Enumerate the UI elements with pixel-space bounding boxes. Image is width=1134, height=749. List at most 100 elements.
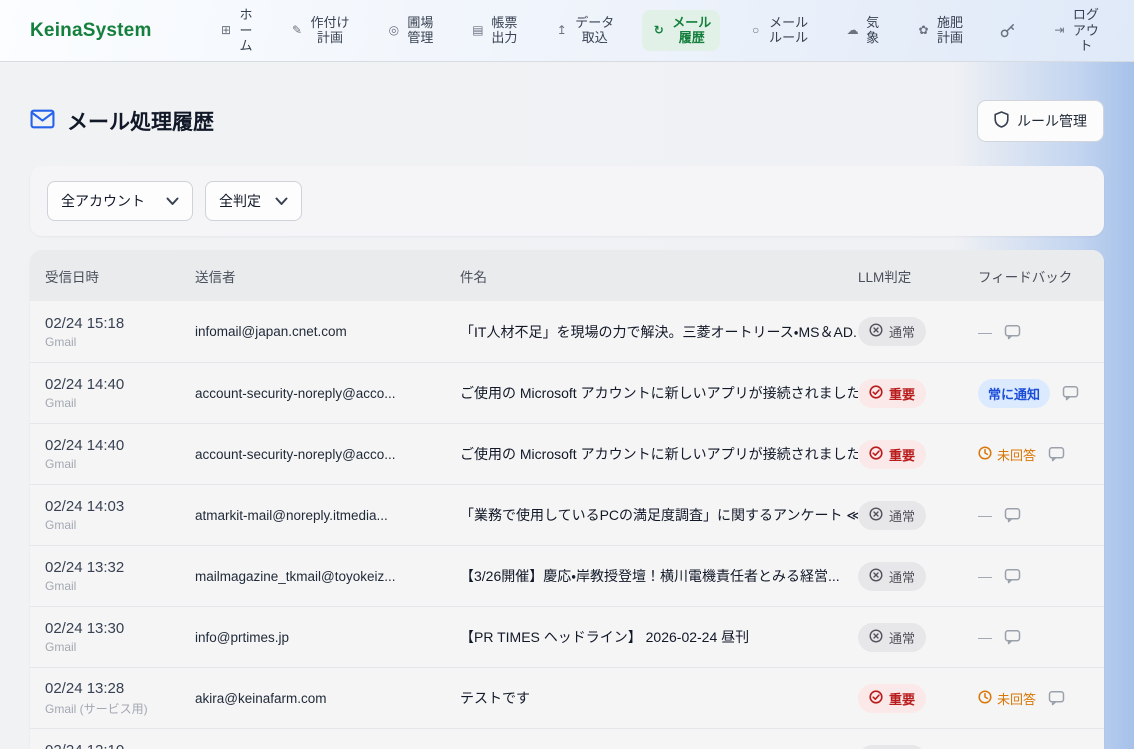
sender-email: infomail@japan.cnet.com [195, 324, 460, 339]
feedback-always-badge: 常に通知 [978, 379, 1050, 408]
rule-management-button[interactable]: ルール管理 [977, 100, 1104, 142]
llm-verdict-label: 通常 [889, 567, 915, 586]
account-filter-select[interactable]: 全アカウント [47, 181, 193, 221]
nav-item-label: メール ルール [769, 15, 808, 47]
comment-icon[interactable] [1004, 507, 1021, 523]
nav-item-label: 気 象 [866, 15, 879, 47]
table-row[interactable]: 02/24 14:03 Gmail atmarkit-mail@noreply.… [30, 484, 1104, 545]
nav-item-fertilizer-plan[interactable]: ✿ 施肥 計画 [907, 10, 972, 52]
mail-history-table: 受信日時送信者件名LLM判定フィードバック 02/24 15:18 Gmail … [30, 250, 1104, 749]
column-header: LLM判定 [858, 266, 978, 286]
table-row[interactable]: 02/24 15:18 Gmail infomail@japan.cnet.co… [30, 301, 1104, 362]
account-label: Gmail (サービス用) [45, 700, 195, 717]
received-datetime: 02/24 15:18 [45, 315, 195, 332]
rule-management-label: ルール管理 [1017, 111, 1087, 131]
llm-verdict-label: 通常 [889, 506, 915, 525]
check-circle-icon [869, 446, 883, 463]
llm-verdict-label: 重要 [889, 445, 915, 464]
nav-item-mail-rules[interactable]: ○ メール ルール [739, 10, 817, 52]
sender-email: info@prtimes.jp [195, 630, 460, 645]
nav-item-report-output[interactable]: ▤ 帳票 出力 [461, 10, 526, 52]
sender-email: account-security-noreply@acco... [195, 447, 460, 462]
mail-subject: ご使用の Microsoft アカウントに新しいアプリが接続されました [460, 444, 858, 464]
comment-icon[interactable] [1004, 629, 1021, 645]
nav-item-field-management[interactable]: ◎ 圃場 管理 [377, 10, 442, 52]
comment-icon[interactable] [1048, 446, 1065, 462]
sender-email: akira@keinafarm.com [195, 691, 460, 706]
table-row[interactable]: 02/24 14:40 Gmail account-security-norep… [30, 423, 1104, 484]
llm-verdict-badge: 通常 [858, 623, 926, 652]
feedback-empty: — [978, 568, 992, 584]
main-nav: ⊞ ホ ー ム ✎ 作付け 計画 ◎ 圃場 管理 ▤ 帳票 出力 ↥ データ 取… [210, 2, 1108, 60]
data-import-icon: ↥ [554, 24, 569, 36]
table-row[interactable]: 02/24 13:28 Gmail (サービス用) akira@keinafar… [30, 667, 1104, 728]
clock-icon [978, 446, 992, 463]
mail-subject: 【3/26開催】慶応・岸教授登壇！横川電機責任者とみる経営... [460, 566, 858, 586]
feedback-unanswered-label: 未回答 [997, 689, 1036, 708]
nav-item-planting-plan[interactable]: ✎ 作付け 計画 [280, 10, 358, 52]
comment-icon[interactable] [1048, 690, 1065, 706]
mail-subject: 「IT人材不足」を現場の力で解決。三菱オートリース・MS＆AD... [460, 322, 858, 342]
nav-item-label: 圃場 管理 [407, 15, 433, 47]
column-header: 送信者 [195, 266, 460, 286]
nav-item-label: 作付け 計画 [310, 15, 349, 47]
account-label: Gmail [45, 518, 195, 532]
llm-verdict-badge: 重要 [858, 684, 926, 713]
nav-item-key[interactable] [991, 18, 1024, 43]
key-icon [1000, 23, 1015, 38]
account-label: Gmail [45, 396, 195, 410]
home-icon: ⊞ [219, 24, 234, 36]
nav-item-data-import[interactable]: ↥ データ 取込 [545, 10, 623, 52]
brand-logo: KeinaSystem [30, 20, 152, 42]
nav-item-weather[interactable]: ☁ 気 象 [836, 10, 888, 52]
feedback-empty: — [978, 507, 992, 523]
clock-icon [978, 690, 992, 707]
table-row[interactable]: 02/24 12:10 Gmail digital@kochinews.jp 四… [30, 728, 1104, 749]
nav-item-home[interactable]: ⊞ ホ ー ム [210, 2, 262, 60]
planting-plan-icon: ✎ [289, 24, 304, 36]
nav-item-label: ログ アウ ト [1073, 7, 1099, 55]
mail-subject: テストです [460, 688, 858, 708]
nav-item-logout[interactable]: ⇥ ログ アウ ト [1043, 2, 1108, 60]
received-datetime: 02/24 13:32 [45, 559, 195, 576]
mail-subject: 「業務で使用しているPCの満足度調査」に関するアンケート ≪... [460, 505, 858, 525]
mail-rules-icon: ○ [748, 24, 763, 36]
circle-x-icon [869, 629, 883, 646]
account-label: Gmail [45, 640, 195, 654]
account-filter-value: 全アカウント [61, 191, 145, 211]
feedback-unanswered: 未回答 [978, 445, 1036, 464]
verdict-filter-value: 全判定 [219, 191, 261, 211]
circle-x-icon [869, 323, 883, 340]
circle-x-icon [869, 507, 883, 524]
table-row[interactable]: 02/24 14:40 Gmail account-security-norep… [30, 362, 1104, 423]
table-body: 02/24 15:18 Gmail infomail@japan.cnet.co… [30, 301, 1104, 749]
nav-item-label: 施肥 計画 [937, 15, 963, 47]
llm-verdict-label: 通常 [889, 628, 915, 647]
account-label: Gmail [45, 457, 195, 471]
nav-item-label: データ 取込 [575, 15, 614, 47]
check-circle-icon [869, 385, 883, 402]
verdict-filter-select[interactable]: 全判定 [205, 181, 302, 221]
column-header: 受信日時 [45, 266, 195, 286]
nav-item-mail-history[interactable]: ↻ メール 履歴 [642, 10, 720, 52]
sender-email: account-security-noreply@acco... [195, 386, 460, 401]
field-management-icon: ◎ [386, 24, 401, 36]
feedback-unanswered-label: 未回答 [997, 445, 1036, 464]
received-datetime: 02/24 14:03 [45, 498, 195, 515]
comment-icon[interactable] [1062, 385, 1079, 401]
column-header: フィードバック [978, 266, 1094, 286]
account-label: Gmail [45, 579, 195, 593]
comment-icon[interactable] [1004, 568, 1021, 584]
circle-x-icon [869, 568, 883, 585]
llm-verdict-badge: 通常 [858, 562, 926, 591]
llm-verdict-badge: 通常 [858, 501, 926, 530]
nav-item-label: ホ ー ム [240, 7, 253, 55]
sender-email: atmarkit-mail@noreply.itmedia... [195, 508, 460, 523]
llm-verdict-badge: 重要 [858, 440, 926, 469]
check-circle-icon [869, 690, 883, 707]
table-row[interactable]: 02/24 13:32 Gmail mailmagazine_tkmail@to… [30, 545, 1104, 606]
sender-email: mailmagazine_tkmail@toyokeiz... [195, 569, 460, 584]
top-nav: KeinaSystem ⊞ ホ ー ム ✎ 作付け 計画 ◎ 圃場 管理 ▤ 帳… [0, 0, 1134, 62]
comment-icon[interactable] [1004, 324, 1021, 340]
table-row[interactable]: 02/24 13:30 Gmail info@prtimes.jp 【PR TI… [30, 606, 1104, 667]
